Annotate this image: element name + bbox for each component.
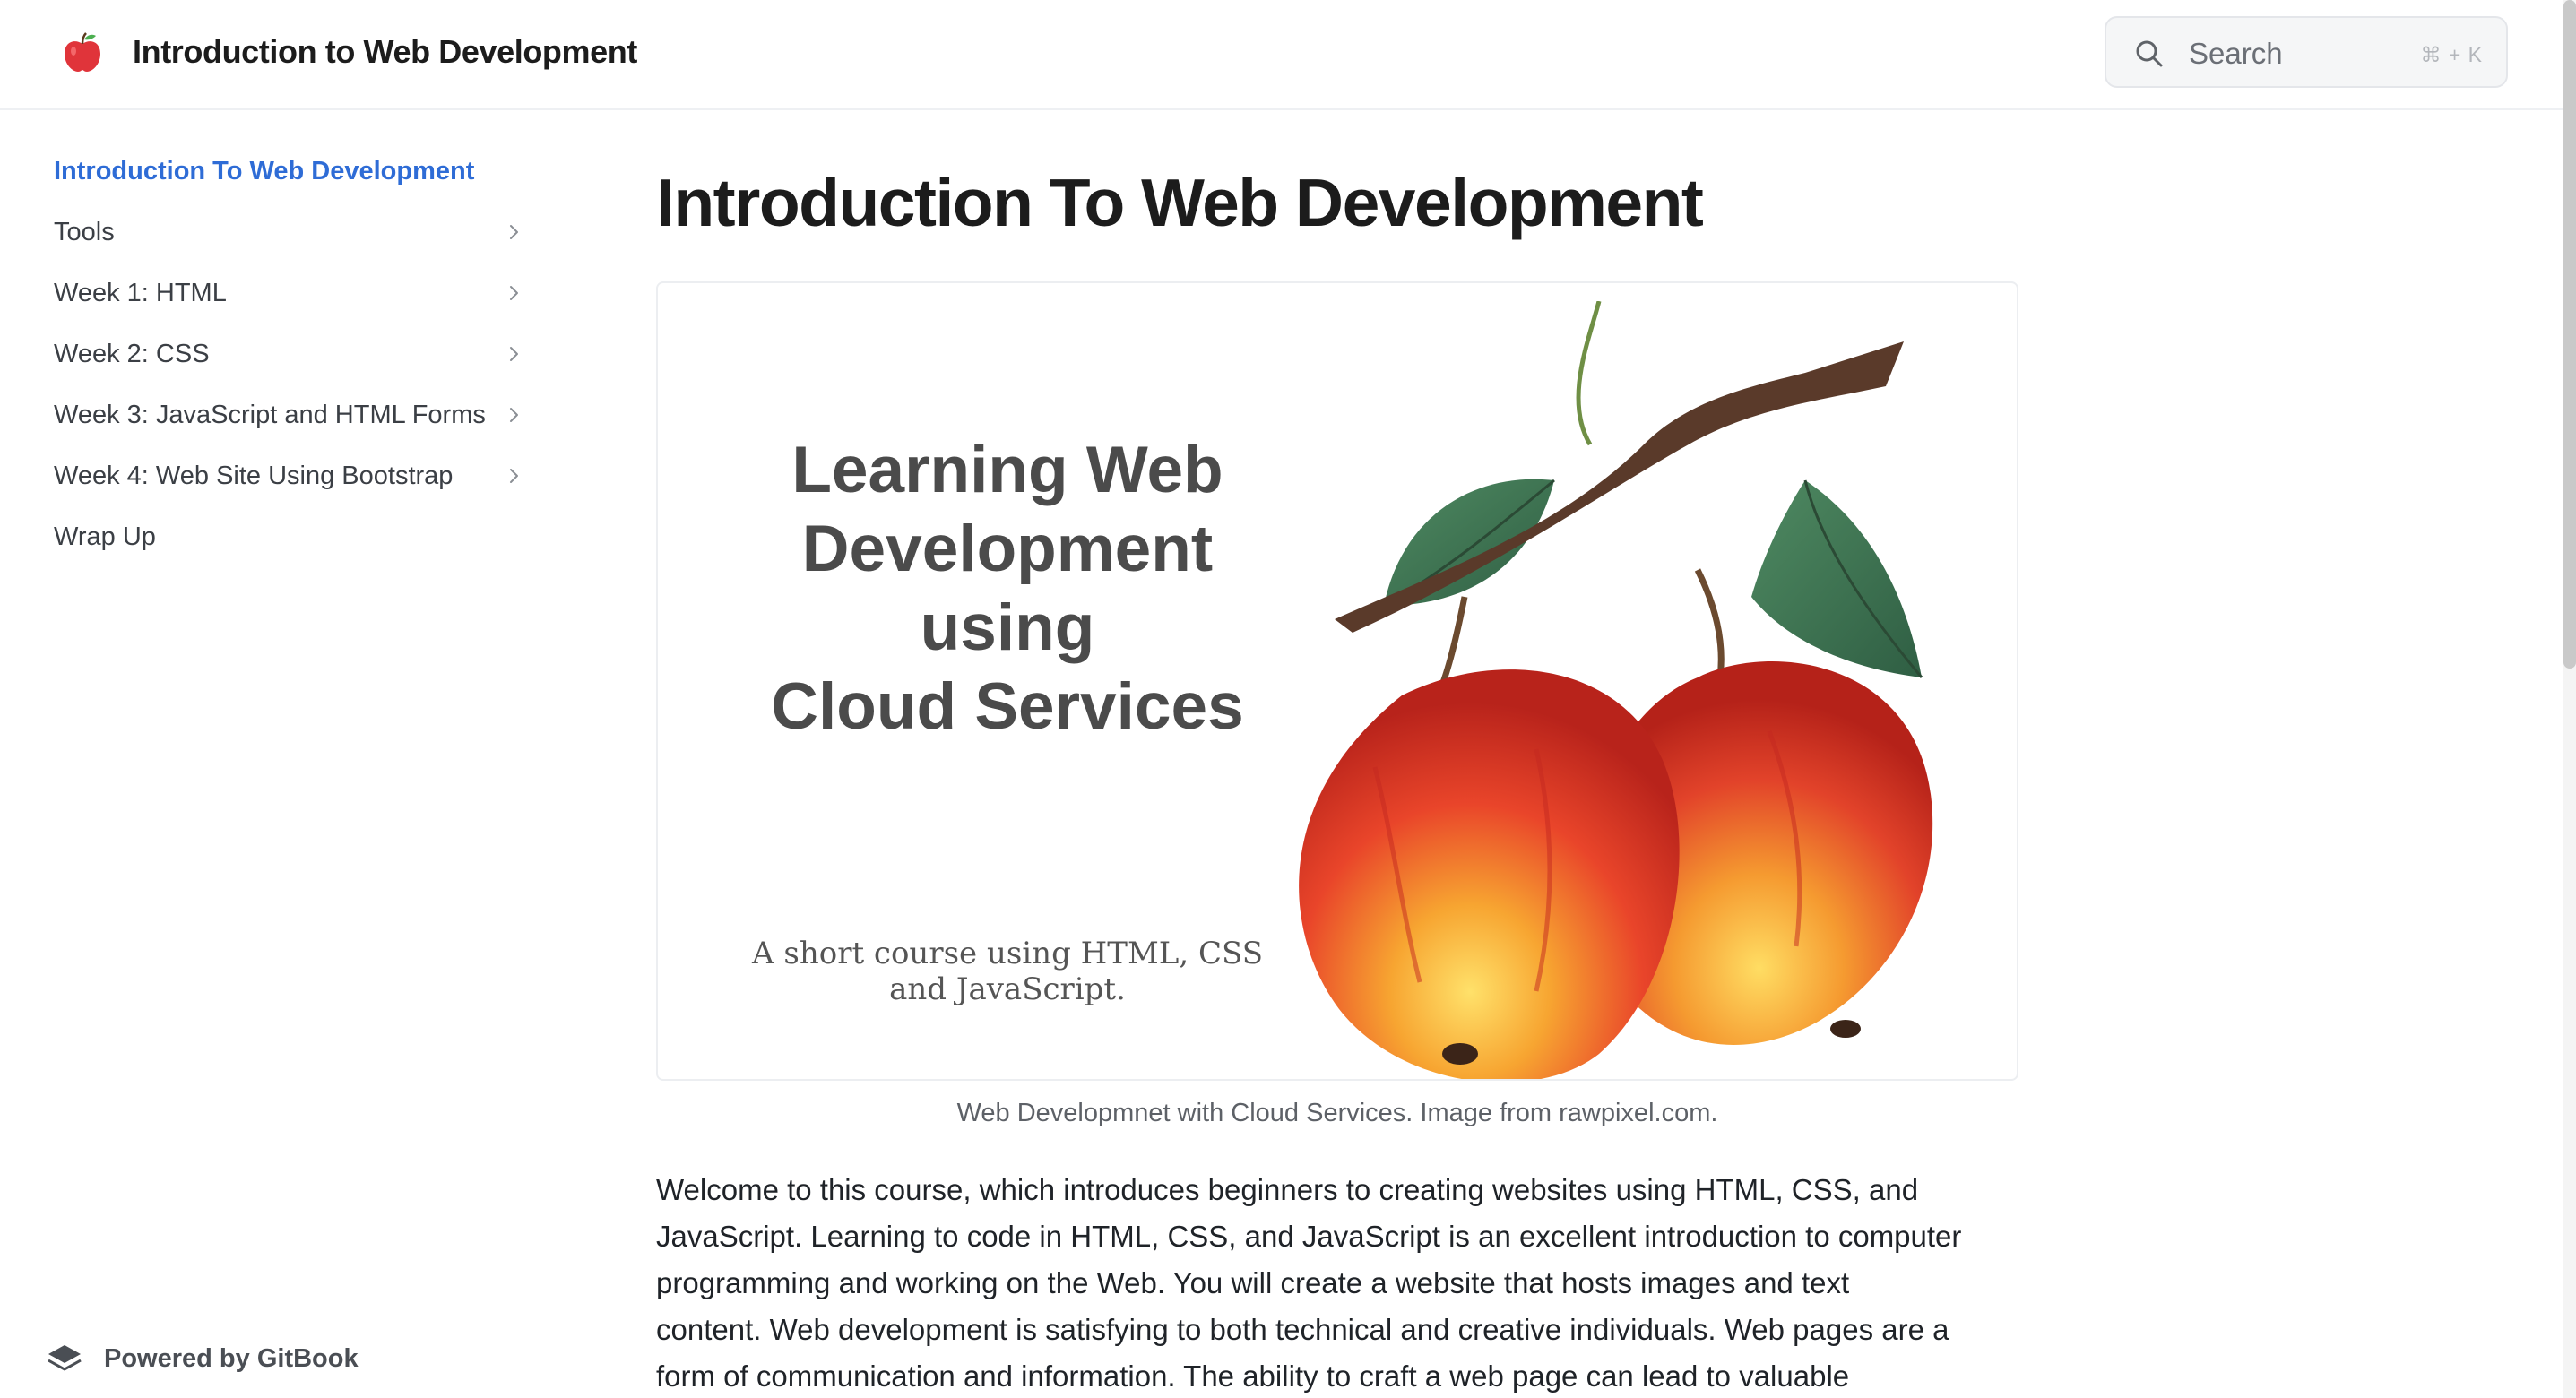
search-icon	[2136, 40, 2163, 67]
sidebar-nav: Introduction To Web Development Tools We…	[0, 110, 538, 1398]
paragraph-line: JavaScript. Learning to code in HTML, CS…	[656, 1220, 1962, 1253]
image-caption: Web Developmnet with Cloud Services. Ima…	[956, 1099, 1718, 1127]
powered-by-gitbook-link[interactable]: Powered by GitBook	[45, 1333, 403, 1384]
gitbook-icon	[48, 1345, 82, 1371]
page: Introduction to Web Development Search ⌘…	[0, 0, 2576, 1398]
sidebar-item-label: Week 4: Web Site Using Bootstrap	[54, 462, 454, 490]
scrollbar-thumb[interactable]	[2563, 0, 2576, 669]
sidebar-item-label: Week 3: JavaScript and HTML Forms	[54, 401, 486, 429]
intro-paragraph: Welcome to this course, which introduces…	[656, 1167, 2018, 1398]
chevron-right-icon[interactable]	[504, 344, 523, 364]
image-heading: Learning Web Development using Cloud Ser…	[771, 434, 1244, 743]
sidebar-item-wrap-up[interactable]: Wrap Up	[54, 512, 529, 562]
chevron-right-icon[interactable]	[504, 283, 523, 303]
sidebar-item-introduction[interactable]: Introduction To Web Development	[54, 146, 529, 196]
chevron-right-icon[interactable]	[504, 466, 523, 486]
sidebar-item-tools[interactable]: Tools	[54, 207, 529, 257]
sidebar-item-week1-html[interactable]: Week 1: HTML	[54, 268, 529, 318]
site-title[interactable]: Introduction to Web Development	[133, 30, 637, 73]
search-input[interactable]: Search ⌘ + K	[2105, 16, 2508, 88]
paragraph-line: Welcome to this course, which introduces…	[656, 1173, 1919, 1206]
sidebar-item-label: Week 2: CSS	[54, 340, 210, 368]
sidebar-item-label: Tools	[54, 218, 115, 246]
search-placeholder: Search	[2189, 37, 2283, 70]
paragraph-line: programming and working on the Web. You …	[656, 1266, 1850, 1299]
apples-illustration	[1299, 301, 1933, 1079]
hero-image[interactable]: Learning Web Development using Cloud Ser…	[656, 281, 2018, 1081]
paragraph-line: content. Web development is satisfying t…	[656, 1313, 1949, 1346]
powered-by-label: Powered by GitBook	[104, 1344, 359, 1373]
sidebar-item-label: Introduction To Web Development	[54, 157, 475, 186]
top-header: Introduction to Web Development Search ⌘…	[0, 0, 2563, 110]
chevron-right-icon[interactable]	[504, 222, 523, 242]
page-title: Introduction To Web Development	[656, 165, 1704, 240]
paragraph-line: form of communication and information. T…	[656, 1359, 1850, 1393]
sidebar-item-week4-bootstrap[interactable]: Week 4: Web Site Using Bootstrap	[54, 451, 529, 501]
sidebar-item-week3-javascript[interactable]: Week 3: JavaScript and HTML Forms	[54, 390, 529, 440]
apple-icon[interactable]	[63, 31, 102, 73]
image-subtitle: A short course using HTML, CSS and JavaS…	[752, 936, 1263, 1007]
chevron-right-icon[interactable]	[504, 405, 523, 425]
sidebar-item-label: Wrap Up	[54, 522, 156, 551]
search-shortcut: ⌘ + K	[2420, 43, 2483, 66]
sidebar-item-label: Week 1: HTML	[54, 279, 227, 307]
sidebar-item-week2-css[interactable]: Week 2: CSS	[54, 329, 529, 379]
